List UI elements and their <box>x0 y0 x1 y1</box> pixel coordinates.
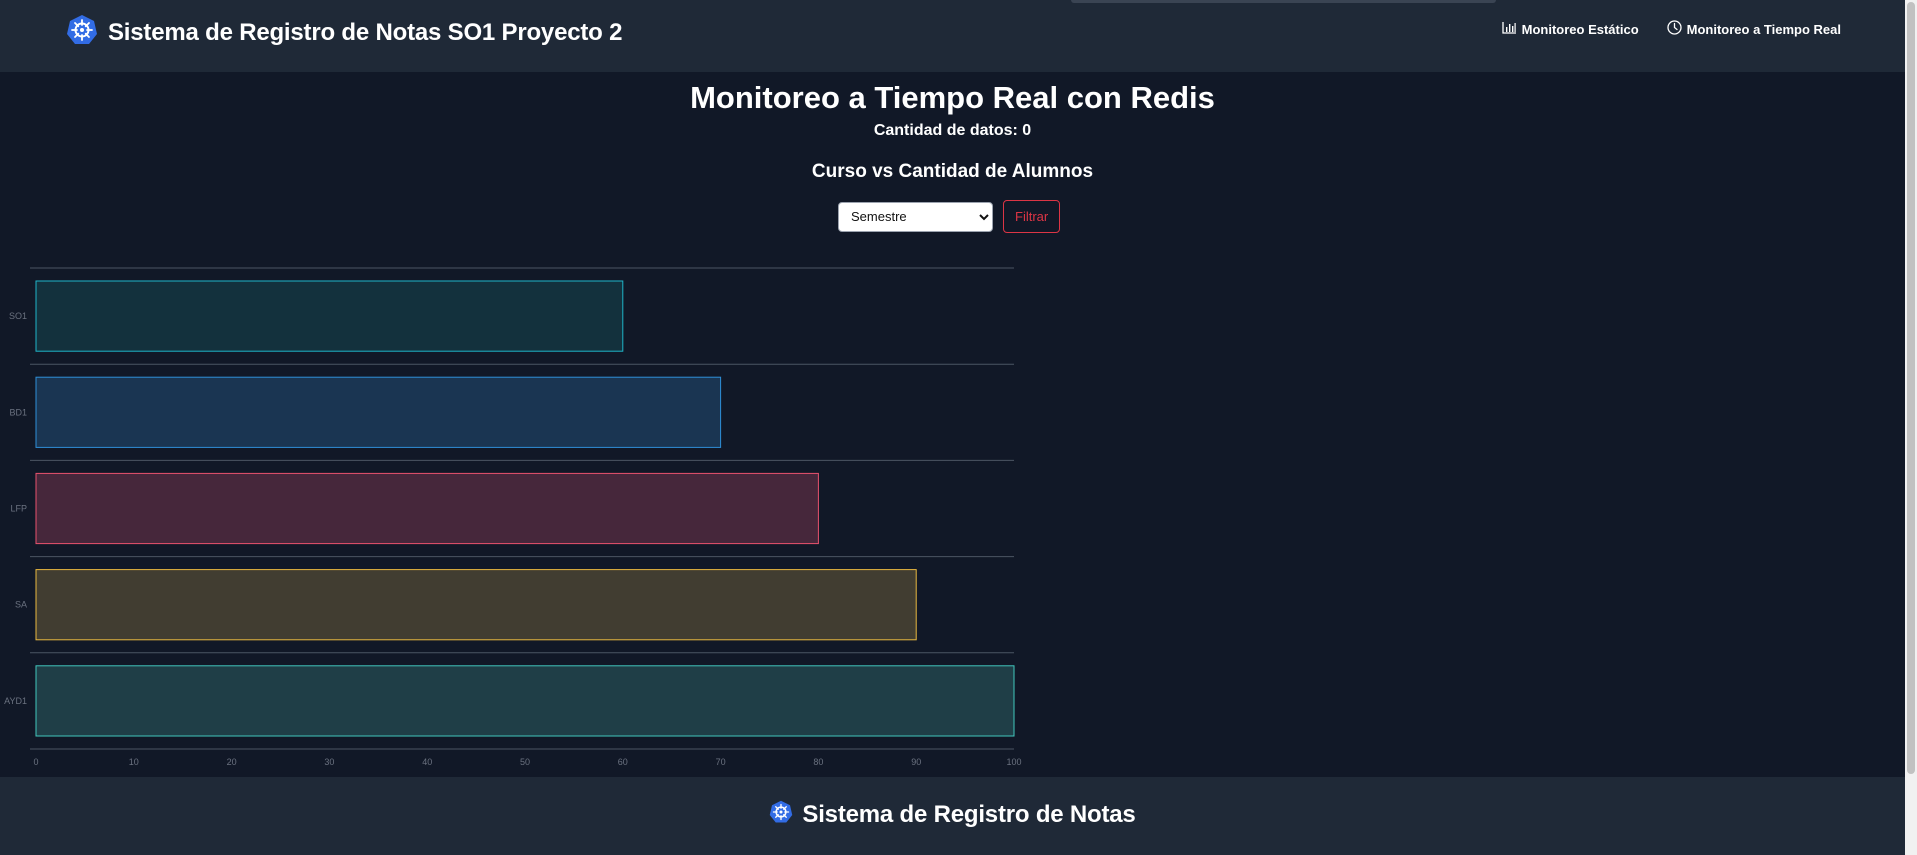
app-title: Sistema de Registro de Notas SO1 Proyect… <box>108 18 623 46</box>
footer-title: Sistema de Registro de Notas <box>802 800 1136 828</box>
brand[interactable]: Sistema de Registro de Notas SO1 Proyect… <box>66 14 622 51</box>
data-count: Cantidad de datos: 0 <box>873 122 1032 139</box>
bar-chart-icon <box>1501 21 1517 37</box>
bar-lfp <box>35 472 819 545</box>
x-tick-label: 80 <box>813 757 823 767</box>
bar-chart: SO1 BD1 LFP SA AYD1 0 10 20 30 40 50 60 70 80 90 100 <box>4 267 1022 767</box>
page-title: Monitoreo a Tiempo Real con Redis <box>690 80 1215 115</box>
x-tick-label: 60 <box>618 757 628 767</box>
nav-links: Monitoreo Estático Monitoreo a Tiempo Re… <box>1501 20 1841 38</box>
x-tick-label: 20 <box>227 757 237 767</box>
top-navbar: Sistema de Registro de Notas SO1 Proyect… <box>0 0 1905 72</box>
x-tick-label: 100 <box>1006 757 1021 767</box>
y-tick-label: SA <box>15 600 27 610</box>
kubernetes-helm-icon <box>66 14 98 51</box>
nav-realtime-monitoring[interactable]: Monitoreo a Tiempo Real <box>1667 20 1841 38</box>
y-tick-label: AYD1 <box>4 696 27 706</box>
x-tick-label: 90 <box>911 757 921 767</box>
bar-bd1 <box>35 376 722 448</box>
x-tick-label: 30 <box>324 757 334 767</box>
filter-button[interactable]: Filtrar <box>1003 200 1061 233</box>
x-tick-label: 50 <box>520 757 530 767</box>
y-tick-label: LFP <box>10 504 27 514</box>
scrollbar-thumb[interactable] <box>1907 2 1915 774</box>
scrollbar[interactable] <box>1905 0 1917 855</box>
footer-brand: Sistema de Registro de Notas <box>0 800 1905 829</box>
nav-static-monitoring[interactable]: Monitoreo Estático <box>1501 21 1639 37</box>
bar-so1 <box>35 280 624 352</box>
x-tick-label: 0 <box>33 757 38 767</box>
x-tick-label: 40 <box>422 757 432 767</box>
x-tick-label: 10 <box>129 757 139 767</box>
chart-title: Curso vs Cantidad de Alumnos <box>811 161 1094 182</box>
kubernetes-helm-icon <box>769 800 793 829</box>
semester-select[interactable]: Semestre <box>838 201 993 232</box>
clock-icon <box>1667 20 1682 38</box>
bar-sa <box>35 569 917 641</box>
filter-controls: Semestre Filtrar <box>838 200 1061 233</box>
footer: Sistema de Registro de Notas <box>0 777 1905 855</box>
nav-static-label: Monitoreo Estático <box>1521 21 1639 37</box>
x-tick-label: 70 <box>716 757 726 767</box>
bar-ayd1 <box>35 665 1015 737</box>
course-chart: SO1 BD1 LFP SA AYD1 0 10 20 30 40 50 60 70 80 90 100 <box>0 258 1030 774</box>
overlay-edge <box>1071 0 1496 3</box>
nav-realtime-label: Monitoreo a Tiempo Real <box>1686 21 1841 37</box>
y-tick-label: BD1 <box>9 407 27 417</box>
y-tick-label: SO1 <box>9 311 27 321</box>
